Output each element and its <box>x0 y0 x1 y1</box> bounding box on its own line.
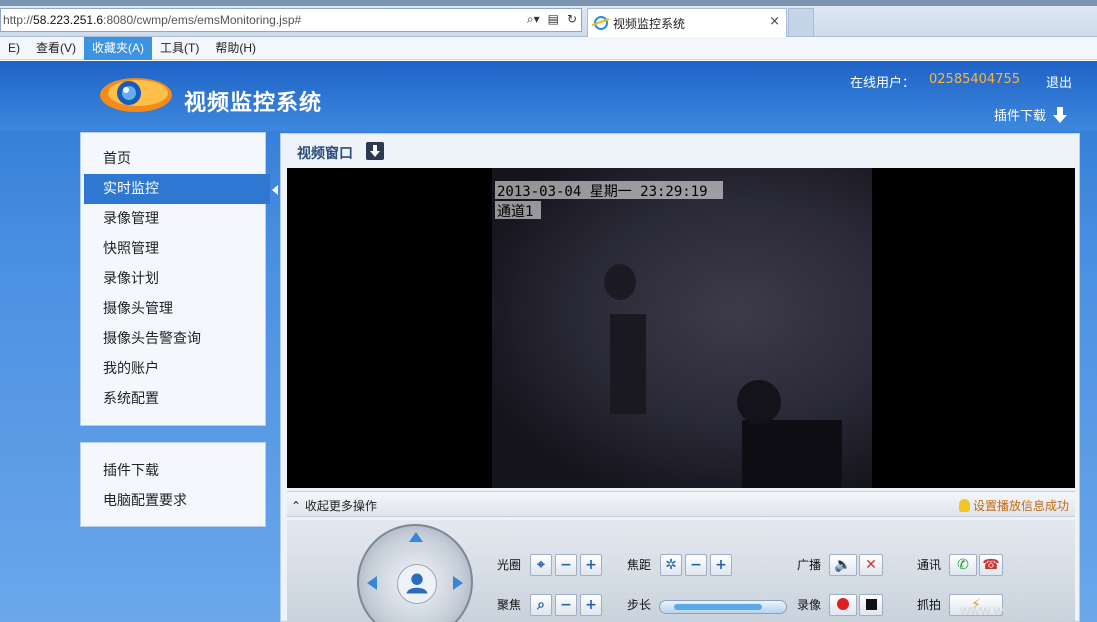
step-slider-fill <box>674 604 762 610</box>
close-icon[interactable]: × <box>769 14 780 29</box>
browser-toolbar: http://58.223.251.6:8080/cwmp/ems/emsMon… <box>0 0 1097 37</box>
bulb-icon <box>958 499 970 512</box>
sidebar-item-recordings[interactable]: 录像管理 <box>81 204 265 234</box>
sidebar-plugin-download[interactable]: 插件下载 <box>103 460 159 480</box>
tab-title: 视频监控系统 <box>613 16 686 31</box>
panel-title: 视频窗口 <box>297 146 353 162</box>
call-answer-icon[interactable]: ✆ <box>949 554 977 576</box>
compat-view-icon[interactable]: ▤ <box>548 12 559 27</box>
sidebar-item-alarms[interactable]: 摄像头告警查询 <box>81 324 265 354</box>
new-tab-button[interactable] <box>788 8 814 37</box>
record-stop-button[interactable] <box>859 594 883 616</box>
zoom-aperture-icon[interactable]: ✲ <box>660 554 682 576</box>
step-slider[interactable] <box>659 600 787 614</box>
iris-plus-button[interactable]: + <box>580 554 602 576</box>
focus-label: 聚焦 <box>497 598 522 612</box>
tab-active[interactable]: 视频监控系统 × <box>587 8 787 37</box>
broadcast-label: 广播 <box>797 558 822 572</box>
app-header: 视频监控系统 在线用户： 02585404755 退出 插件下载 <box>0 61 1097 131</box>
ptz-up-icon[interactable] <box>409 532 423 542</box>
zoom-label: 焦距 <box>627 558 652 572</box>
iris-label: 光圈 <box>497 558 522 572</box>
video-panel: 视频窗口 2013-03-04 星期一 23:29:19 通道1 ⌃ 收起更多操… <box>280 133 1080 622</box>
focus-plus-button[interactable]: + <box>580 594 602 616</box>
logout-link[interactable]: 退出 <box>1046 72 1072 91</box>
search-icon[interactable]: ⌕▾ <box>527 12 540 27</box>
menu-bar: E) 查看(V) 收藏夹(A) 工具(T) 帮助(H) <box>0 36 1097 60</box>
user-icon <box>406 573 428 594</box>
sidebar-pc-requirements[interactable]: 电脑配置要求 <box>103 490 187 510</box>
sidebar-item-account[interactable]: 我的账户 <box>81 354 265 384</box>
control-bar: ⌃ 收起更多操作 设置播放信息成功 <box>287 491 1075 517</box>
status-message: 设置播放信息成功 <box>958 497 1069 514</box>
refresh-icon[interactable]: ↻ <box>567 12 577 27</box>
step-label: 步长 <box>627 598 652 612</box>
capture-label: 抓拍 <box>917 598 942 612</box>
menu-tools[interactable]: 工具(T) <box>152 37 207 60</box>
download-icon[interactable] <box>366 142 384 160</box>
download-arrow-icon <box>1053 106 1068 123</box>
ptz-center[interactable] <box>397 564 437 604</box>
video-channel: 通道1 <box>497 204 534 220</box>
address-bar[interactable]: http://58.223.251.6:8080/cwmp/ems/emsMon… <box>0 8 582 32</box>
focus-zoom-icon[interactable]: ⌕ <box>530 594 552 616</box>
logo <box>100 78 172 112</box>
app: 视频监控系统 在线用户： 02585404755 退出 插件下载 首页 实时监控… <box>0 61 1097 622</box>
status-text: 设置播放信息成功 <box>972 499 1069 513</box>
sidebar-item-settings[interactable]: 系统配置 <box>81 384 265 414</box>
mute-icon[interactable]: ✕ <box>859 554 883 576</box>
zoom-plus-button[interactable]: + <box>710 554 732 576</box>
brand-title: 视频监控系统 <box>184 91 323 116</box>
sidebar-extra: 插件下载 电脑配置要求 <box>80 442 266 527</box>
plugin-download-link[interactable]: 插件下载 <box>994 105 1068 124</box>
talk-label: 通讯 <box>917 558 942 572</box>
speaker-icon[interactable]: 🔈 <box>829 554 857 576</box>
sidebar-item-home[interactable]: 首页 <box>81 144 265 174</box>
url-text: http://58.223.251.6:8080/cwmp/ems/emsMon… <box>3 13 302 27</box>
ptz-dpad[interactable] <box>357 524 473 622</box>
collapse-label: 收起更多操作 <box>304 499 377 513</box>
online-user-label: 在线用户： <box>850 76 916 91</box>
online-user: 02585404755 <box>929 72 1020 87</box>
video-timestamp: 2013-03-04 星期一 23:29:19 <box>497 184 708 200</box>
camera-feed <box>492 168 872 488</box>
focus-minus-button[interactable]: − <box>555 594 577 616</box>
ptz-left-icon[interactable] <box>367 576 377 590</box>
call-hangup-icon[interactable]: ☎ <box>979 554 1003 576</box>
ie-icon <box>594 16 608 30</box>
zoom-minus-button[interactable]: − <box>685 554 707 576</box>
watermark: www.wooyun.org <box>960 602 1066 618</box>
ptz-controls: 光圈 ⌖ − + 聚焦 ⌕ − + 焦距 ✲ − + 步长 广播 🔈 ✕ 录像 … <box>287 520 1075 622</box>
menu-favorites[interactable]: 收藏夹(A) <box>84 36 152 60</box>
menu-edit[interactable]: E) <box>0 37 28 60</box>
iris-target-icon[interactable]: ⌖ <box>530 554 552 576</box>
sidebar-item-record-plan[interactable]: 录像计划 <box>81 264 265 294</box>
video-window[interactable]: 2013-03-04 星期一 23:29:19 通道1 <box>287 168 1075 488</box>
sidebar-nav: 首页 实时监控 录像管理 快照管理 录像计划 摄像头管理 摄像头告警查询 我的账… <box>80 132 278 426</box>
menu-view[interactable]: 查看(V) <box>28 37 84 60</box>
sidebar-item-snapshots[interactable]: 快照管理 <box>81 234 265 264</box>
sidebar-item-cameras[interactable]: 摄像头管理 <box>81 294 265 324</box>
ptz-right-icon[interactable] <box>453 576 463 590</box>
collapse-toggle[interactable]: ⌃ 收起更多操作 <box>291 497 377 514</box>
plugin-download-label: 插件下载 <box>994 109 1047 124</box>
record-start-button[interactable] <box>829 594 857 616</box>
sidebar-item-live[interactable]: 实时监控 <box>84 174 278 204</box>
address-bar-icons: ⌕▾ ▤ ↻ <box>527 12 577 27</box>
menu-help[interactable]: 帮助(H) <box>207 37 264 60</box>
record-label: 录像 <box>797 598 822 612</box>
iris-minus-button[interactable]: − <box>555 554 577 576</box>
